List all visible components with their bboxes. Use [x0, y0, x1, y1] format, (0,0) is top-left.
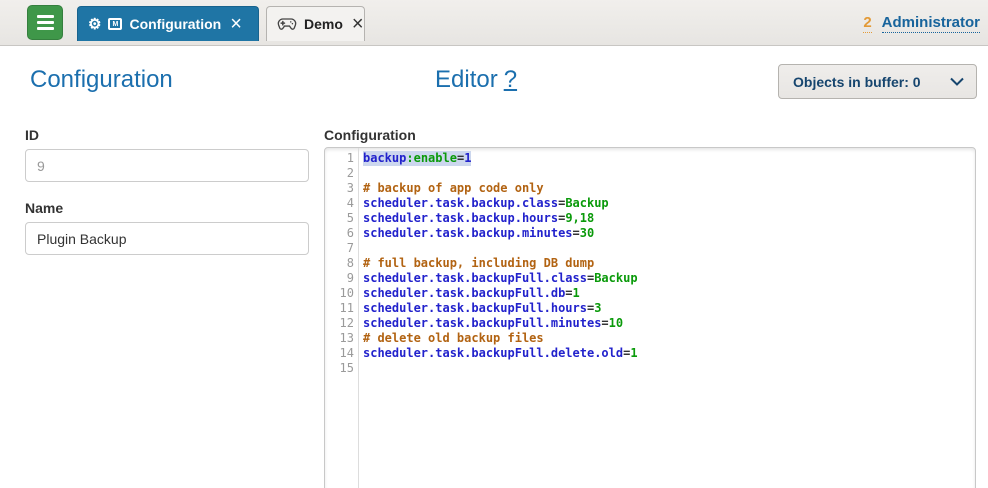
tab-demo[interactable]: Demo × [266, 6, 365, 41]
line-number: 1 [325, 151, 354, 166]
line-number: 6 [325, 226, 354, 241]
notification-count-link[interactable]: 2 [863, 14, 871, 33]
line-number: 2 [325, 166, 354, 181]
user-area: 2 Administrator [863, 14, 980, 33]
line-number: 3 [325, 181, 354, 196]
code-line[interactable]: 12 scheduler.task.backupFull.minutes=10 [325, 316, 975, 331]
code-line[interactable]: 8 # full backup, including DB dump [325, 256, 975, 271]
tab-label: Configuration [129, 16, 221, 32]
close-icon[interactable]: × [352, 14, 364, 34]
code-line[interactable]: 6 scheduler.task.backup.minutes=30 [325, 226, 975, 241]
id-label: ID [25, 127, 39, 143]
line-content: scheduler.task.backupFull.class=Backup [363, 271, 638, 286]
line-number: 11 [325, 301, 354, 316]
help-link[interactable]: ? [504, 66, 517, 93]
code-line[interactable]: 10 scheduler.task.backupFull.db=1 [325, 286, 975, 301]
app-icon: M [108, 18, 122, 30]
tab-label: Demo [304, 16, 343, 32]
line-number: 9 [325, 271, 354, 286]
line-number: 12 [325, 316, 354, 331]
page-title: Configuration [30, 66, 173, 94]
close-icon[interactable]: × [230, 14, 242, 34]
chevron-down-icon [950, 73, 964, 91]
code-line[interactable]: 2 [325, 166, 975, 181]
name-input[interactable] [25, 222, 309, 255]
top-bar: ⚙ M Configuration × Demo × 2 Administrat… [0, 0, 988, 46]
line-number: 10 [325, 286, 354, 301]
line-content: scheduler.task.backupFull.db=1 [363, 286, 580, 301]
line-content: scheduler.task.backup.hours=9,18 [363, 211, 594, 226]
code-line[interactable]: 5 scheduler.task.backup.hours=9,18 [325, 211, 975, 226]
gamepad-icon [277, 17, 297, 31]
code-line[interactable]: 11 scheduler.task.backupFull.hours=3 [325, 301, 975, 316]
line-content: scheduler.task.backupFull.hours=3 [363, 301, 601, 316]
code-line[interactable]: 13 # delete old backup files [325, 331, 975, 346]
line-number: 8 [325, 256, 354, 271]
configuration-label: Configuration [324, 127, 416, 143]
code-lines: 1 backup:enable=1 23 # backup of app code o… [325, 151, 975, 376]
objects-in-buffer-dropdown[interactable]: Objects in buffer: 0 [778, 64, 977, 99]
line-number: 15 [325, 361, 354, 376]
line-content: scheduler.task.backup.class=Backup [363, 196, 609, 211]
line-content: scheduler.task.backupFull.delete.old=1 [363, 346, 638, 361]
page: ⚙ M Configuration × Demo × 2 Administrat… [0, 0, 988, 488]
gear-icon: ⚙ [88, 17, 101, 32]
hamburger-icon [37, 15, 54, 18]
line-number: 4 [325, 196, 354, 211]
code-line[interactable]: 9 scheduler.task.backupFull.class=Backup [325, 271, 975, 286]
line-content: # full backup, including DB dump [363, 256, 594, 271]
buffer-label: Objects in buffer: 0 [793, 74, 921, 90]
name-label: Name [25, 200, 63, 216]
line-content: scheduler.task.backup.minutes=30 [363, 226, 594, 241]
line-content: # delete old backup files [363, 331, 544, 346]
code-line[interactable]: 1 backup:enable=1 [325, 151, 975, 166]
administrator-link[interactable]: Administrator [882, 14, 980, 33]
line-number: 13 [325, 331, 354, 346]
menu-button[interactable] [27, 5, 63, 40]
line-number: 7 [325, 241, 354, 256]
id-input[interactable] [25, 149, 309, 182]
code-line[interactable]: 14 scheduler.task.backupFull.delete.old=1 [325, 346, 975, 361]
line-number: 5 [325, 211, 354, 226]
editor-title: Editor? [435, 66, 517, 94]
code-line[interactable]: 15 [325, 361, 975, 376]
line-content: # backup of app code only [363, 181, 544, 196]
code-line[interactable]: 3 # backup of app code only [325, 181, 975, 196]
code-editor[interactable]: 1 backup:enable=1 23 # backup of app code o… [324, 147, 976, 488]
tab-configuration[interactable]: ⚙ M Configuration × [77, 6, 259, 41]
code-line[interactable]: 4 scheduler.task.backup.class=Backup [325, 196, 975, 211]
line-number: 14 [325, 346, 354, 361]
line-content: scheduler.task.backupFull.minutes=10 [363, 316, 623, 331]
code-line[interactable]: 7 [325, 241, 975, 256]
line-content: backup:enable=1 [363, 151, 471, 166]
